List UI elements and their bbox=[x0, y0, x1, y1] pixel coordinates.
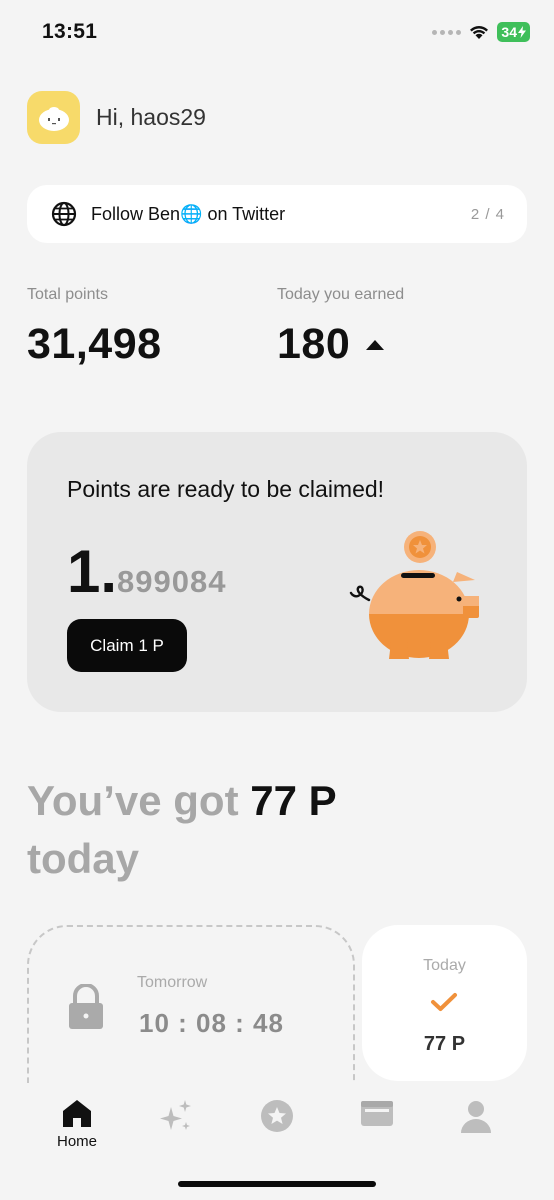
home-indicator[interactable] bbox=[178, 1181, 376, 1187]
piggy-bank-icon bbox=[349, 531, 479, 659]
tab-profile[interactable] bbox=[446, 1099, 506, 1133]
summary-amount: 77 P bbox=[250, 777, 337, 824]
tab-explore[interactable] bbox=[146, 1099, 206, 1135]
tab-wallet[interactable] bbox=[347, 1099, 407, 1127]
home-icon bbox=[63, 1100, 91, 1127]
wallet-icon bbox=[361, 1101, 393, 1126]
greeting-row: Hi, haos29 bbox=[27, 91, 206, 144]
tab-home[interactable]: Home bbox=[47, 1099, 107, 1150]
today-earned-label: Today you earned bbox=[277, 286, 405, 303]
tab-rewards[interactable] bbox=[247, 1099, 307, 1133]
claimable-amount-decimal: 899084 bbox=[117, 564, 227, 599]
today-earned-stat: Today you earned 180 bbox=[277, 286, 404, 369]
tab-home-label: Home bbox=[56, 1133, 97, 1150]
status-bar: 13:51 34 bbox=[0, 0, 554, 64]
task-progress: 2 / 4 bbox=[470, 205, 505, 223]
today-label: Today bbox=[423, 957, 466, 974]
total-points-value: 31,498 bbox=[27, 320, 162, 369]
globe-icon bbox=[51, 201, 77, 227]
status-time: 13:51 bbox=[42, 20, 98, 43]
star-circle-icon bbox=[261, 1100, 293, 1132]
status-indicators: 34 bbox=[432, 22, 530, 42]
total-points-stat: Total points 31,498 bbox=[27, 286, 162, 369]
total-points-number: 31,498 bbox=[27, 320, 162, 368]
claim-title: Points are ready to be claimed! bbox=[67, 476, 385, 502]
greeting-text: Hi, haos29 bbox=[96, 104, 206, 130]
cellular-signal-icon bbox=[432, 29, 462, 35]
wifi-icon bbox=[470, 25, 489, 39]
lock-icon bbox=[69, 984, 103, 1029]
countdown-timer: 10 : 08 : 48 bbox=[139, 1008, 284, 1038]
today-earned-value: 180 bbox=[277, 320, 404, 369]
charging-bolt-icon bbox=[518, 26, 526, 38]
today-reward-card: Today 77 P bbox=[362, 925, 527, 1081]
checkmark-icon bbox=[431, 993, 457, 1011]
today-earned-number: 180 bbox=[277, 320, 351, 368]
tomorrow-reward-card: Tomorrow 10 : 08 : 48 bbox=[27, 925, 355, 1095]
mascot-icon bbox=[38, 106, 69, 131]
profile-icon bbox=[461, 1101, 491, 1133]
sparkles-icon bbox=[160, 1100, 191, 1130]
claimable-amount-integer: 1. bbox=[67, 538, 118, 605]
arrow-up-icon bbox=[366, 339, 385, 350]
daily-summary-headline: You’ve got 77 P today bbox=[27, 772, 527, 888]
claim-card: Points are ready to be claimed! 1. 89908… bbox=[27, 432, 527, 712]
task-label: Follow Ben🌐 on Twitter bbox=[91, 203, 286, 224]
battery-level: 34 bbox=[501, 24, 517, 40]
twitter-follow-task[interactable]: Follow Ben🌐 on Twitter 2 / 4 bbox=[27, 185, 527, 243]
avatar[interactable] bbox=[27, 91, 80, 144]
claimable-amount: 1. 899084 bbox=[67, 537, 227, 606]
summary-prefix: You’ve got bbox=[27, 777, 251, 824]
summary-suffix: today bbox=[27, 835, 140, 882]
today-points: 77 P bbox=[423, 1033, 466, 1055]
total-points-label: Total points bbox=[27, 286, 108, 303]
tomorrow-label: Tomorrow bbox=[137, 974, 208, 991]
battery-indicator: 34 bbox=[497, 22, 530, 42]
claim-button[interactable]: Claim 1 P bbox=[67, 619, 187, 672]
